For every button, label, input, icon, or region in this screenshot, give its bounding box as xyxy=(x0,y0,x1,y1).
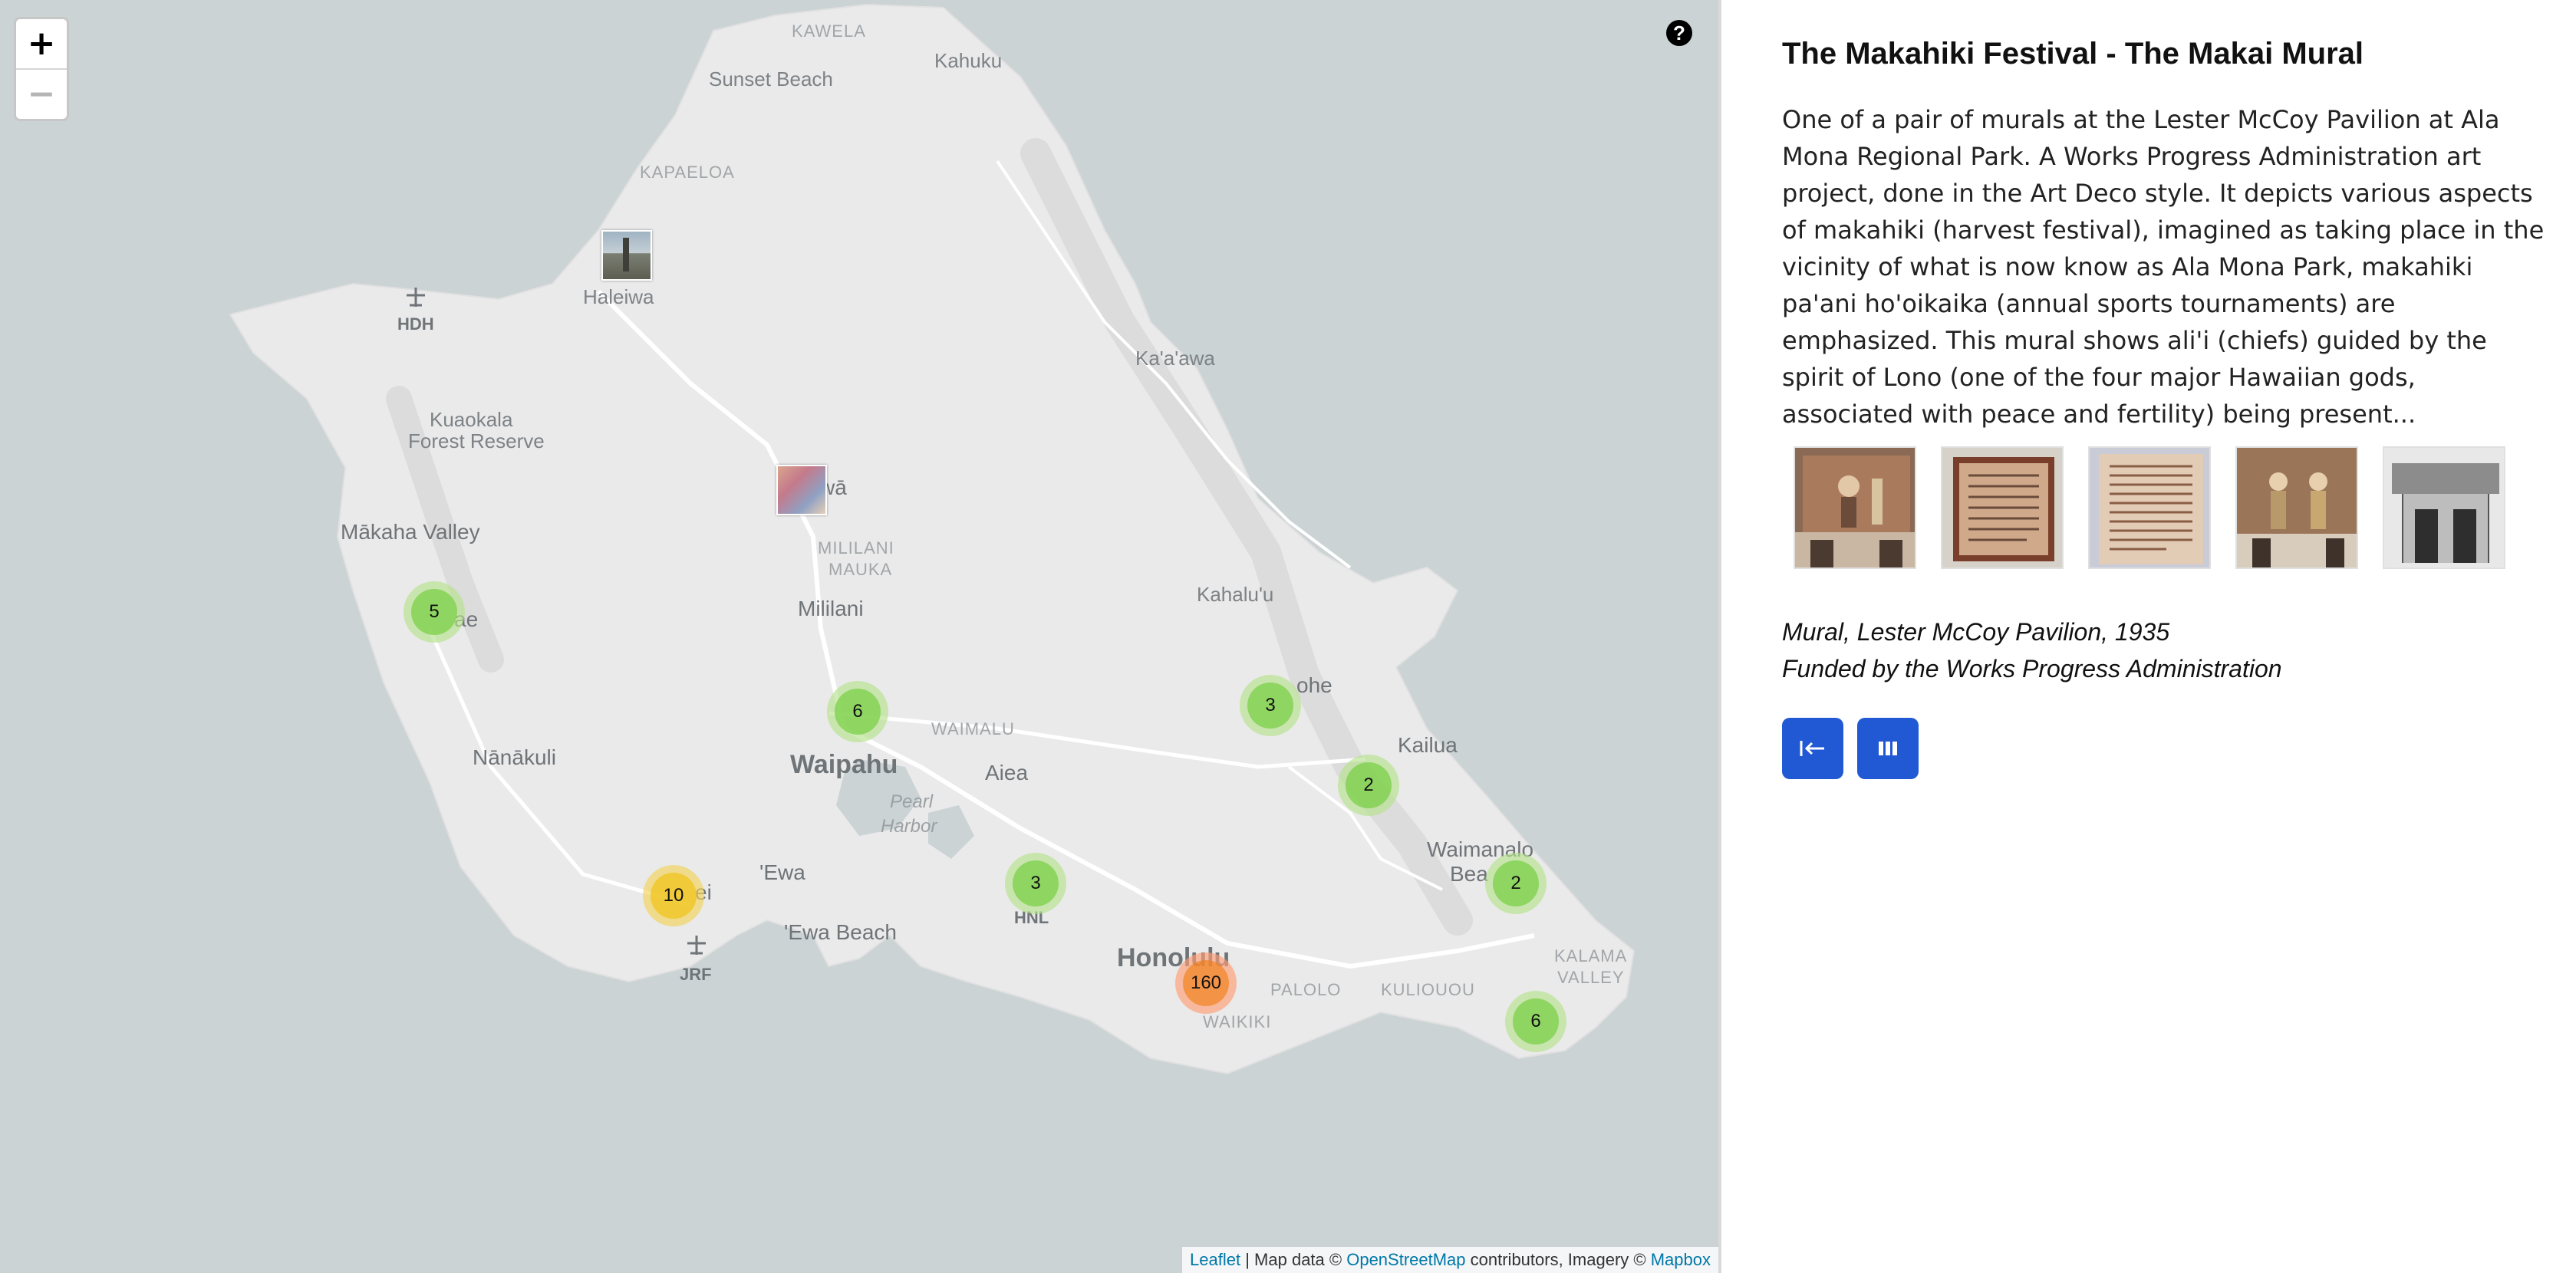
cluster-marker[interactable]: 5 xyxy=(404,581,465,643)
map-tiles xyxy=(0,0,1718,1273)
map-label-hdh: HDH xyxy=(397,314,434,334)
map-label-mililani-mauka-2: MAUKA xyxy=(828,560,893,579)
cluster-marker[interactable]: 10 xyxy=(643,865,704,926)
cluster-count: 6 xyxy=(1513,998,1559,1044)
map-label-nanakuli: Nānākuli xyxy=(473,745,556,769)
info-panel: The Makahiki Festival - The Makai Mural … xyxy=(1718,0,2576,1273)
zoom-out-button[interactable]: − xyxy=(16,68,67,119)
cluster-count: 2 xyxy=(1346,762,1392,808)
cluster-count: 6 xyxy=(835,689,881,735)
map-label-ewa-beach: 'Ewa Beach xyxy=(784,920,897,944)
thumbnail-mural-photo[interactable] xyxy=(1794,446,1916,569)
thumbnail-plaque-photo[interactable] xyxy=(1941,446,2064,569)
panel-actions xyxy=(1782,718,1919,779)
leaflet-link[interactable]: Leaflet xyxy=(1190,1250,1240,1269)
cluster-marker[interactable]: 3 xyxy=(1005,853,1066,914)
cluster-marker[interactable]: 6 xyxy=(1505,991,1566,1052)
photo-marker-wahiawa[interactable] xyxy=(776,465,827,515)
cluster-count: 2 xyxy=(1493,860,1539,906)
gallery-icon xyxy=(1879,742,1897,755)
map-label-waikiki: WAIKIKI xyxy=(1203,1012,1272,1031)
map-label-haleiwa: Haleiwa xyxy=(583,285,654,308)
map-label-waipahu: Waipahu xyxy=(790,750,898,779)
map-label-kawela: KAWELA xyxy=(792,21,866,41)
map-label-ewa: 'Ewa xyxy=(759,860,805,884)
cluster-count: 3 xyxy=(1247,683,1293,729)
panel-title: The Makahiki Festival - The Makai Mural xyxy=(1782,37,2364,71)
cluster-count: 3 xyxy=(1013,860,1059,906)
map-label-kaawa: Ka'a'awa xyxy=(1135,347,1215,370)
back-to-start-icon xyxy=(1800,741,1824,756)
map-label-kalama-valley: VALLEY xyxy=(1557,968,1625,987)
map-label-waimanalo-beach: Bea xyxy=(1450,862,1488,886)
cluster-marker[interactable]: 6 xyxy=(827,681,888,742)
map-label-kahuku: Kahuku xyxy=(934,49,1003,72)
gallery-button[interactable] xyxy=(1857,718,1919,779)
caption-line-2: Funded by the Works Progress Administrat… xyxy=(1782,655,2282,683)
map-label-forest-reserve: Forest Reserve xyxy=(408,429,545,452)
app-root: KAWELA Kahuku Sunset Beach KAPAELOA Hale… xyxy=(0,0,2576,1273)
photo-marker-haleiwa[interactable] xyxy=(601,230,652,281)
map-label-kuaokala: Kuaokala xyxy=(430,408,513,431)
panel-description: One of a pair of murals at the Lester Mc… xyxy=(1782,105,2545,429)
map-label-makaha-valley: Mākaha Valley xyxy=(341,520,480,544)
map-label-pearl: Pearl xyxy=(890,791,934,812)
map-label-jrf: JRF xyxy=(680,965,712,984)
monument-icon xyxy=(623,238,629,271)
map-label-mililani-mauka-1: MILILANI xyxy=(818,538,894,558)
cluster-count: 10 xyxy=(651,873,697,919)
zoom-in-button[interactable]: + xyxy=(16,19,67,68)
thumbnail-strip xyxy=(1794,446,2505,569)
zoom-control: + − xyxy=(14,17,69,121)
cluster-marker[interactable]: 160 xyxy=(1175,952,1237,1014)
cluster-marker[interactable]: 2 xyxy=(1485,853,1547,914)
map-attribution: Leaflet | Map data © OpenStreetMap contr… xyxy=(1182,1247,1718,1273)
cluster-count: 160 xyxy=(1183,960,1229,1006)
map-label-kuliouou: KULIOUOU xyxy=(1381,980,1475,999)
cluster-marker[interactable]: 2 xyxy=(1338,755,1399,816)
map-label-kapaeloa: KAPAELOA xyxy=(640,163,735,182)
mapbox-link[interactable]: Mapbox xyxy=(1651,1250,1711,1269)
map-label-kailua: Kailua xyxy=(1398,733,1458,757)
thumbnail-mural-detail-photo[interactable] xyxy=(2235,446,2358,569)
caption-line-1: Mural, Lester McCoy Pavilion, 1935 xyxy=(1782,618,2170,646)
map-label-kalama: KALAMA xyxy=(1554,946,1628,965)
map-label-sunset-beach: Sunset Beach xyxy=(709,67,833,90)
map[interactable]: KAWELA Kahuku Sunset Beach KAPAELOA Hale… xyxy=(0,0,1718,1273)
thumbnail-plaque-text-photo[interactable] xyxy=(2088,446,2211,569)
map-label-aiea: Aiea xyxy=(985,761,1029,785)
map-label-kaneohe: ohe xyxy=(1296,673,1332,697)
map-label-palolo: PALOLO xyxy=(1270,980,1342,999)
back-to-start-button[interactable] xyxy=(1782,718,1843,779)
attribution-text-2: contributors, Imagery © xyxy=(1465,1250,1651,1269)
map-label-waimalu: WAIMALU xyxy=(931,719,1015,738)
panel-caption: Mural, Lester McCoy Pavilion, 1935 Funde… xyxy=(1782,613,2282,687)
thumbnail-bw-photo[interactable] xyxy=(2383,446,2505,569)
map-label-kahaluu: Kahalu'u xyxy=(1197,583,1274,606)
cluster-marker[interactable]: 3 xyxy=(1240,675,1301,736)
cluster-count: 5 xyxy=(411,589,457,635)
help-icon[interactable]: ? xyxy=(1666,20,1692,46)
map-label-mililani: Mililani xyxy=(798,597,864,620)
map-label-harbor: Harbor xyxy=(881,816,937,837)
openstreetmap-link[interactable]: OpenStreetMap xyxy=(1346,1250,1465,1269)
attribution-text-1: | Map data © xyxy=(1240,1250,1347,1269)
